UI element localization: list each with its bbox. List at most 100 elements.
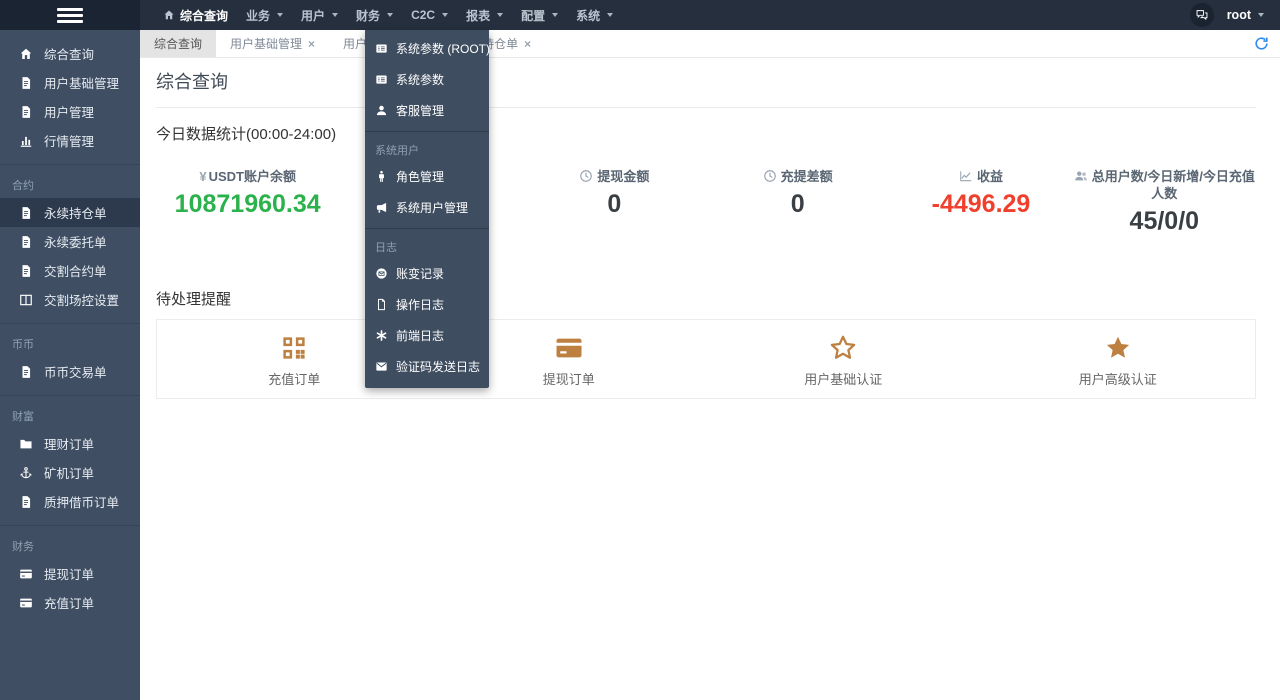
caret-down-icon — [1258, 13, 1264, 17]
inbox-circle-icon — [375, 267, 388, 280]
sidebar-section-title: 财务 — [0, 529, 140, 559]
chat-button[interactable] — [1190, 3, 1214, 27]
nav-item-config[interactable]: 配置 — [512, 0, 567, 30]
sidebar-header — [0, 0, 140, 30]
sidebar-section-title: 合约 — [0, 168, 140, 198]
users-icon — [1074, 169, 1088, 183]
dropdown-item-operation-log[interactable]: 操作日志 — [365, 289, 489, 320]
pending-label: 用户基础认证 — [804, 369, 882, 388]
dropdown-item-customer-service[interactable]: 客服管理 — [365, 95, 489, 126]
sidebar-group-main: 综合查询 用户基础管理 用户管理 行情管理 — [0, 36, 140, 164]
sidebar-item-user-mgmt[interactable]: 用户管理 — [0, 97, 140, 126]
pending-item-user-basic-kyc[interactable]: 用户基础认证 — [706, 333, 981, 388]
stat-card-user-counts: 总用户数/今日新增/今日充值人数 45/0/0 — [1073, 169, 1256, 236]
dropdown-group-logs: 日志 账变记录 操作日志 前端日志 验证码发送日志 — [365, 228, 489, 382]
columns-icon — [19, 293, 33, 307]
list-alt-icon — [375, 42, 388, 55]
nav-item-system[interactable]: 系统 — [567, 0, 622, 30]
clock-icon — [579, 169, 593, 183]
dropdown-item-system-user-mgmt[interactable]: 系统用户管理 — [365, 192, 489, 223]
pending-item-user-advanced-kyc[interactable]: 用户高级认证 — [981, 333, 1256, 388]
refresh-icon — [1254, 36, 1269, 51]
sidebar-item-label: 交割合约单 — [44, 261, 107, 280]
document-icon — [19, 495, 33, 509]
sidebar-item-label: 永续持仓单 — [44, 203, 107, 222]
main-content: 综合查询 今日数据统计(00:00-24:00) ¥USDT账户余额 10871… — [140, 58, 1280, 700]
document-icon — [19, 206, 33, 220]
sidebar-item-pledge-orders[interactable]: 质押借币订单 — [0, 487, 140, 516]
dropdown-item-system-params[interactable]: 系统参数 — [365, 64, 489, 95]
sidebar-item-miner-orders[interactable]: 矿机订单 — [0, 458, 140, 487]
envelope-icon — [375, 360, 388, 373]
hamburger-menu-button[interactable] — [57, 8, 83, 23]
dropdown-item-role-mgmt[interactable]: 角色管理 — [365, 161, 489, 192]
refresh-button[interactable] — [1254, 30, 1280, 57]
close-icon[interactable]: × — [524, 38, 531, 50]
sidebar-item-wealth-orders[interactable]: 理财订单 — [0, 429, 140, 458]
sidebar-group-contract: 合约 永续持仓单 永续委托单 交割合约单 交割场控设置 — [0, 164, 140, 323]
page-title: 综合查询 — [156, 68, 1256, 108]
nav-item-c2c[interactable]: C2C — [402, 0, 457, 30]
sidebar-item-user-basic-mgmt[interactable]: 用户基础管理 — [0, 68, 140, 97]
nav-label: 报表 — [466, 7, 490, 24]
star-outline-icon — [828, 333, 858, 363]
document-icon — [19, 76, 33, 90]
credit-card-icon — [554, 333, 584, 363]
dropdown-item-captcha-send-log[interactable]: 验证码发送日志 — [365, 351, 489, 382]
sidebar-item-withdraw-orders[interactable]: 提现订单 — [0, 559, 140, 588]
bar-chart-icon — [19, 134, 33, 148]
sidebar-item-label: 提现订单 — [44, 564, 94, 583]
dropdown-item-account-change-log[interactable]: 账变记录 — [365, 258, 489, 289]
system-dropdown-menu: 系统参数 (ROOT) 系统参数 客服管理 系统用户 角色管理 系统用户管理 日… — [365, 30, 489, 388]
top-navbar: 综合查询 业务 用户 财务 C2C 报表 配置 系统 root — [0, 0, 1280, 30]
home-icon — [163, 9, 175, 21]
stat-label: ¥USDT账户余额 — [156, 169, 339, 186]
sidebar-item-label: 综合查询 — [44, 44, 94, 63]
stat-value: 0 — [706, 190, 889, 219]
sidebar-item-delivery-contracts[interactable]: 交割合约单 — [0, 256, 140, 285]
dropdown-item-system-params-root[interactable]: 系统参数 (ROOT) — [365, 33, 489, 64]
nav-item-finance[interactable]: 财务 — [347, 0, 402, 30]
tab-label: 综合查询 — [154, 35, 202, 52]
stat-value: 10871960.34 — [156, 190, 339, 219]
person-icon — [375, 170, 388, 183]
sidebar-item-perpetual-orders[interactable]: 永续委托单 — [0, 227, 140, 256]
sidebar-item-perpetual-positions[interactable]: 永续持仓单 — [0, 198, 140, 227]
sidebar-group-finance: 财务 提现订单 充值订单 — [0, 525, 140, 626]
dropdown-group-system-users: 系统用户 角色管理 系统用户管理 — [365, 131, 489, 223]
caret-down-icon — [552, 13, 558, 17]
menu-item-label: 系统参数 (ROOT) — [396, 40, 490, 57]
user-menu[interactable]: root — [1227, 8, 1264, 22]
chat-bubbles-icon — [1195, 8, 1209, 22]
nav-item-overview[interactable]: 综合查询 — [154, 0, 237, 30]
sidebar-item-label: 用户管理 — [44, 102, 94, 121]
nav-item-business[interactable]: 业务 — [237, 0, 292, 30]
sidebar-item-delivery-control[interactable]: 交割场控设置 — [0, 285, 140, 314]
stat-card-recharge-withdraw-diff: 充提差额 0 — [706, 169, 889, 236]
document-icon — [19, 264, 33, 278]
sidebar-item-label: 充值订单 — [44, 593, 94, 612]
tab-bar: 综合查询 用户基础管理 × 用户管理 × 永续持仓单 × — [140, 30, 1280, 58]
pending-label: 提现订单 — [543, 369, 595, 388]
tab-user-basic-mgmt[interactable]: 用户基础管理 × — [216, 30, 329, 57]
menu-item-label: 账变记录 — [396, 265, 444, 282]
menu-item-label: 前端日志 — [396, 327, 444, 344]
dropdown-group-params: 系统参数 (ROOT) 系统参数 客服管理 — [365, 33, 489, 126]
sidebar-item-overview[interactable]: 综合查询 — [0, 39, 140, 68]
sidebar-item-label: 永续委托单 — [44, 232, 107, 251]
nav-item-user[interactable]: 用户 — [292, 0, 347, 30]
menu-item-label: 操作日志 — [396, 296, 444, 313]
sidebar-item-label: 用户基础管理 — [44, 73, 119, 92]
sidebar-item-spot-trades[interactable]: 币币交易单 — [0, 357, 140, 386]
close-icon[interactable]: × — [308, 38, 315, 50]
topbar-right: root — [1190, 3, 1280, 27]
dropdown-item-frontend-log[interactable]: 前端日志 — [365, 320, 489, 351]
tab-overview[interactable]: 综合查询 — [140, 30, 216, 57]
sidebar-item-market-mgmt[interactable]: 行情管理 — [0, 126, 140, 155]
nav-item-report[interactable]: 报表 — [457, 0, 512, 30]
sidebar-item-label: 交割场控设置 — [44, 290, 119, 309]
top-nav-items: 综合查询 业务 用户 财务 C2C 报表 配置 系统 — [154, 0, 622, 30]
sidebar-item-recharge-orders[interactable]: 充值订单 — [0, 588, 140, 617]
menu-item-label: 系统参数 — [396, 71, 444, 88]
star-filled-icon — [1103, 333, 1133, 363]
